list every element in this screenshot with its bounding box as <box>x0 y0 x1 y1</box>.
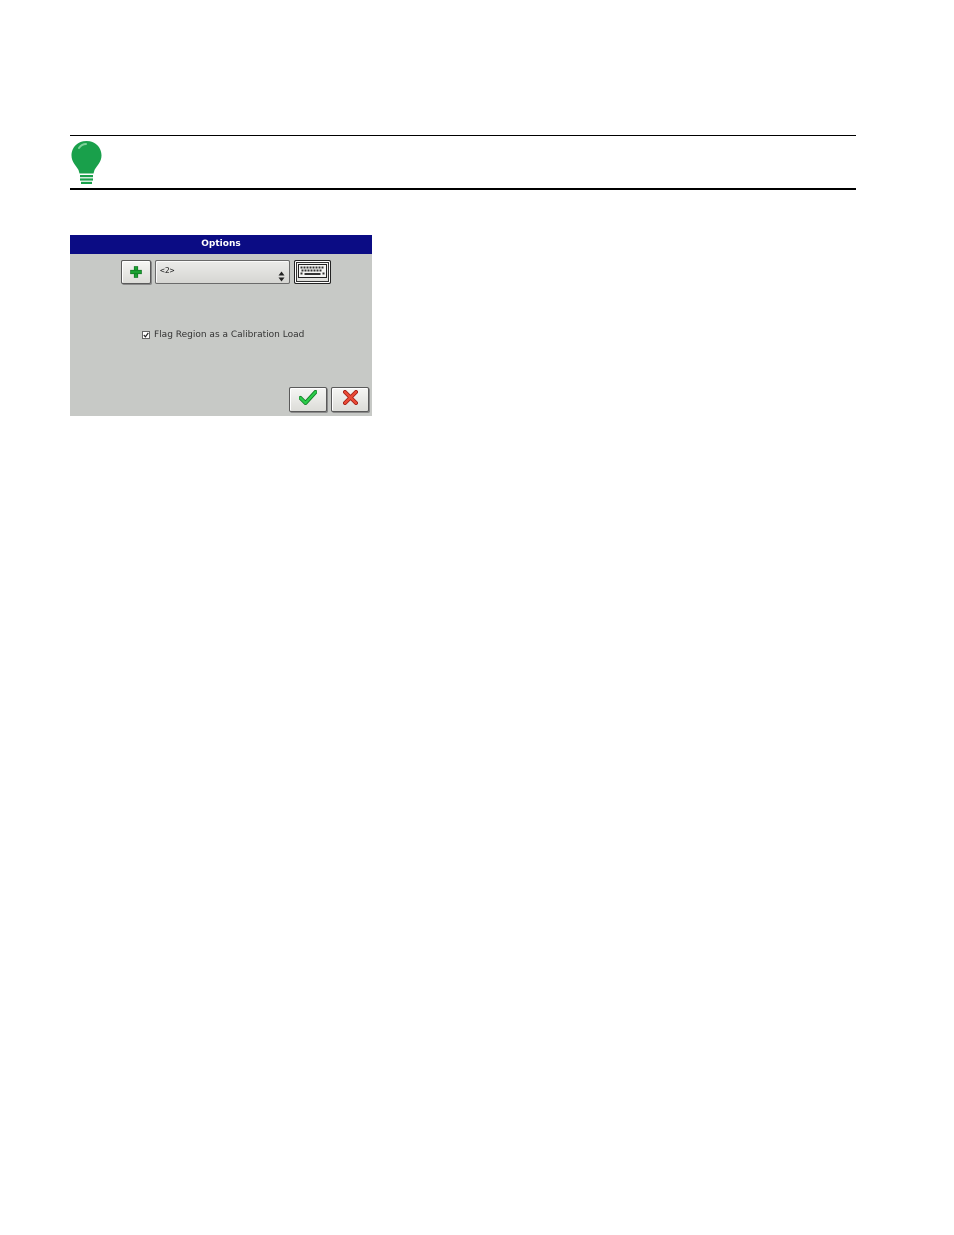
add-button[interactable] <box>121 260 151 284</box>
up-down-arrows-icon <box>278 267 285 282</box>
calibration-load-checkbox[interactable] <box>142 331 150 339</box>
tip-bottom-rule <box>70 188 856 190</box>
cancel-button[interactable] <box>331 387 369 412</box>
x-icon <box>342 390 358 409</box>
calibration-load-option[interactable]: Flag Region as a Calibration Load <box>142 329 304 341</box>
region-select-value: <2> <box>160 266 175 275</box>
plus-icon <box>130 263 142 282</box>
options-dialog: Options <2> Flag Region as a Calibration… <box>70 235 372 416</box>
keyboard-button[interactable] <box>294 260 331 284</box>
lightbulb-icon <box>70 140 103 186</box>
calibration-load-label: Flag Region as a Calibration Load <box>154 330 305 340</box>
ok-button[interactable] <box>289 387 327 412</box>
checkmark-small-icon <box>143 332 149 338</box>
dialog-title: Options <box>70 235 372 254</box>
keyboard-icon <box>298 263 327 282</box>
tip-top-rule <box>70 135 856 136</box>
checkmark-icon <box>298 390 318 409</box>
region-select[interactable]: <2> <box>155 260 290 284</box>
